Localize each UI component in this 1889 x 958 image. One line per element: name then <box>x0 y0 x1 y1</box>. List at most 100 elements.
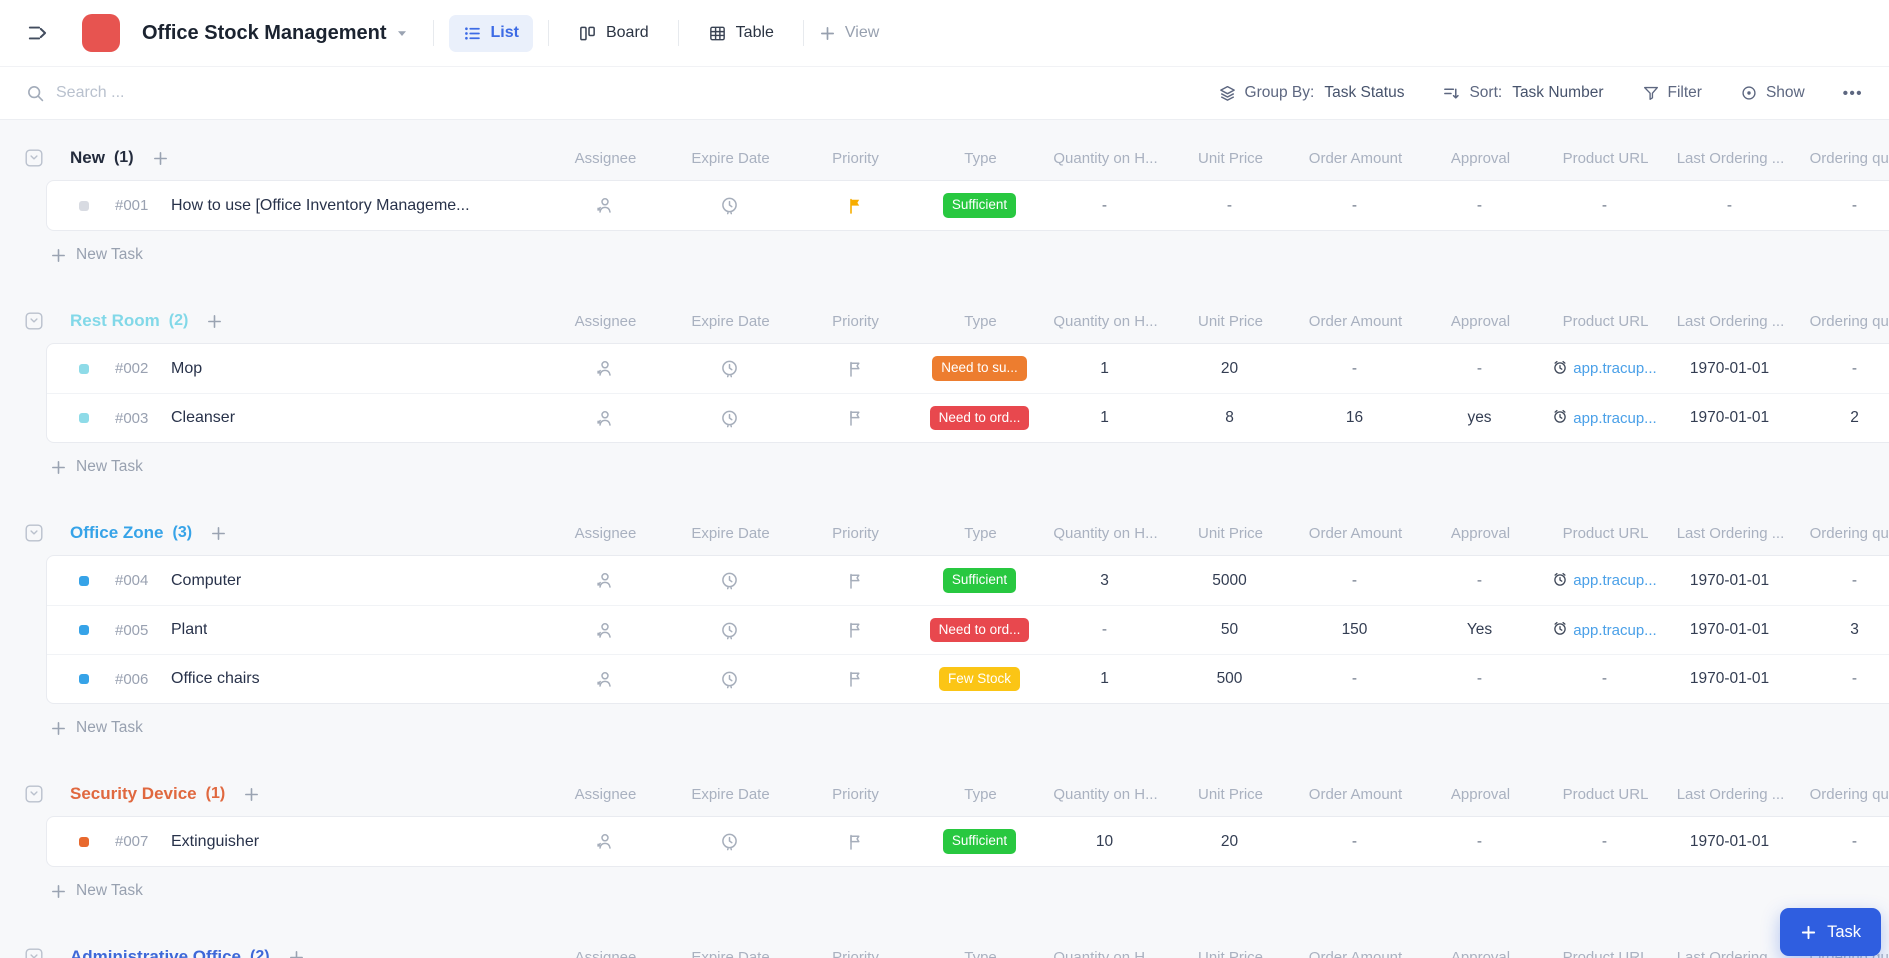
approval-cell[interactable]: - <box>1417 356 1542 381</box>
assignee-add-icon[interactable] <box>542 618 667 643</box>
show-control[interactable]: Show <box>1740 84 1805 102</box>
task-title[interactable]: How to use [Office Inventory Manageme... <box>171 197 470 215</box>
group-add-icon[interactable] <box>288 949 305 958</box>
unit-price-cell[interactable]: - <box>1167 193 1292 218</box>
type-cell[interactable]: Sufficient <box>917 829 1042 854</box>
last-ordering-cell[interactable]: 1970-01-01 <box>1667 568 1792 593</box>
type-cell[interactable]: Need to ord... <box>917 617 1042 643</box>
task-row[interactable]: #002 Mop Need to su... 1 20- - app.tracup... 19… <box>47 344 1889 393</box>
ordering-quantity-cell[interactable]: 2 <box>1792 406 1889 431</box>
last-ordering-cell[interactable]: 1970-01-01 <box>1667 829 1792 854</box>
task-title[interactable]: Extinguisher <box>171 833 259 851</box>
new-task-button[interactable]: New Task <box>0 233 1889 277</box>
assignee-add-icon[interactable] <box>542 406 667 431</box>
sort-control[interactable]: Sort: Task Number <box>1442 84 1604 103</box>
assignee-add-icon[interactable] <box>542 568 667 593</box>
search-box[interactable] <box>26 84 1218 103</box>
priority-flag-icon[interactable] <box>792 618 917 643</box>
expire-date-icon[interactable] <box>667 568 792 593</box>
new-task-button[interactable]: New Task <box>0 706 1889 750</box>
priority-flag-icon[interactable] <box>792 193 917 218</box>
task-title[interactable]: Plant <box>171 621 207 639</box>
product-url-link[interactable]: app.tracup... <box>1542 618 1667 643</box>
approval-cell[interactable]: - <box>1417 667 1542 692</box>
last-ordering-cell[interactable]: - <box>1667 193 1792 218</box>
assignee-add-icon[interactable] <box>542 667 667 692</box>
unit-price-cell[interactable]: 500 <box>1167 667 1292 692</box>
group-title[interactable]: Rest Room <box>70 311 160 331</box>
ordering-quantity-cell[interactable]: - <box>1792 568 1889 593</box>
unit-price-cell[interactable]: 20 <box>1167 829 1292 854</box>
quantity-on-hand-cell[interactable]: 3 <box>1042 568 1167 593</box>
expire-date-icon[interactable] <box>667 193 792 218</box>
priority-flag-icon[interactable] <box>792 406 917 431</box>
unit-price-cell[interactable]: 5000 <box>1167 568 1292 593</box>
ordering-quantity-cell[interactable]: - <box>1792 667 1889 692</box>
expire-date-icon[interactable] <box>667 618 792 643</box>
quantity-on-hand-cell[interactable]: - <box>1042 618 1167 643</box>
add-view-button[interactable]: View <box>819 24 879 42</box>
order-amount-cell[interactable]: 150 <box>1292 618 1417 643</box>
task-title[interactable]: Mop <box>171 360 202 378</box>
quantity-on-hand-cell[interactable]: 1 <box>1042 356 1167 381</box>
approval-cell[interactable]: - <box>1417 829 1542 854</box>
expire-date-icon[interactable] <box>667 667 792 692</box>
ordering-quantity-cell[interactable]: - <box>1792 193 1889 218</box>
order-amount-cell[interactable]: - <box>1292 356 1417 381</box>
order-amount-cell[interactable]: - <box>1292 829 1417 854</box>
task-row[interactable]: #005 Plant Need to ord... -50 150 Yes app.trac… <box>47 605 1889 654</box>
quantity-on-hand-cell[interactable]: 10 <box>1042 829 1167 854</box>
priority-flag-icon[interactable] <box>792 568 917 593</box>
caret-down-icon[interactable] <box>397 30 407 37</box>
task-row[interactable]: #003 Cleanser Need to ord... 1 8 16 yes app.tra… <box>47 393 1889 442</box>
task-row[interactable]: #006 Office chairs Few Stock 1 500- - -1970-01… <box>47 654 1889 703</box>
group-collapse-icon[interactable] <box>25 149 43 167</box>
product-url-cell[interactable]: - <box>1542 829 1667 854</box>
product-url-link[interactable]: app.tracup... <box>1542 356 1667 381</box>
group-by-control[interactable]: Group By: Task Status <box>1218 84 1404 103</box>
unit-price-cell[interactable]: 8 <box>1167 406 1292 431</box>
group-collapse-icon[interactable] <box>25 312 43 330</box>
approval-cell[interactable]: Yes <box>1417 618 1542 643</box>
add-task-button[interactable]: Task <box>1780 908 1881 956</box>
status-dot[interactable] <box>79 674 89 684</box>
quantity-on-hand-cell[interactable]: 1 <box>1042 406 1167 431</box>
project-title[interactable]: Office Stock Management <box>142 22 387 45</box>
type-cell[interactable]: Few Stock <box>917 666 1042 692</box>
order-amount-cell[interactable]: - <box>1292 568 1417 593</box>
expire-date-icon[interactable] <box>667 829 792 854</box>
order-amount-cell[interactable]: - <box>1292 193 1417 218</box>
ordering-quantity-cell[interactable]: 3 <box>1792 618 1889 643</box>
task-row[interactable]: #001 How to use [Office Inventory Managem… <box>47 181 1889 230</box>
task-title[interactable]: Computer <box>171 572 241 590</box>
expire-date-icon[interactable] <box>667 356 792 381</box>
type-cell[interactable]: Need to su... <box>917 356 1042 381</box>
approval-cell[interactable]: yes <box>1417 406 1542 431</box>
quantity-on-hand-cell[interactable]: - <box>1042 193 1167 218</box>
task-row[interactable]: #007 Extinguisher Sufficient 10 20- - -1970-01… <box>47 817 1889 866</box>
approval-cell[interactable]: - <box>1417 568 1542 593</box>
last-ordering-cell[interactable]: 1970-01-01 <box>1667 356 1792 381</box>
ordering-quantity-cell[interactable]: - <box>1792 829 1889 854</box>
tab-table[interactable]: Table <box>694 15 788 52</box>
project-logo[interactable] <box>82 14 120 52</box>
group-collapse-icon[interactable] <box>25 948 43 958</box>
quantity-on-hand-cell[interactable]: 1 <box>1042 667 1167 692</box>
last-ordering-cell[interactable]: 1970-01-01 <box>1667 618 1792 643</box>
priority-flag-icon[interactable] <box>792 667 917 692</box>
group-title[interactable]: New <box>70 148 105 168</box>
order-amount-cell[interactable]: - <box>1292 667 1417 692</box>
more-options-icon[interactable]: ••• <box>1843 85 1863 102</box>
type-cell[interactable]: Sufficient <box>917 568 1042 593</box>
ordering-quantity-cell[interactable]: - <box>1792 356 1889 381</box>
product-url-cell[interactable]: - <box>1542 667 1667 692</box>
status-dot[interactable] <box>79 625 89 635</box>
product-url-cell[interactable]: - <box>1542 193 1667 218</box>
group-add-icon[interactable] <box>210 525 227 542</box>
tab-list[interactable]: List <box>448 14 533 52</box>
order-amount-cell[interactable]: 16 <box>1292 406 1417 431</box>
task-title[interactable]: Cleanser <box>171 409 235 427</box>
last-ordering-cell[interactable]: 1970-01-01 <box>1667 667 1792 692</box>
new-task-button[interactable]: New Task <box>0 445 1889 489</box>
type-cell[interactable]: Need to ord... <box>917 405 1042 431</box>
